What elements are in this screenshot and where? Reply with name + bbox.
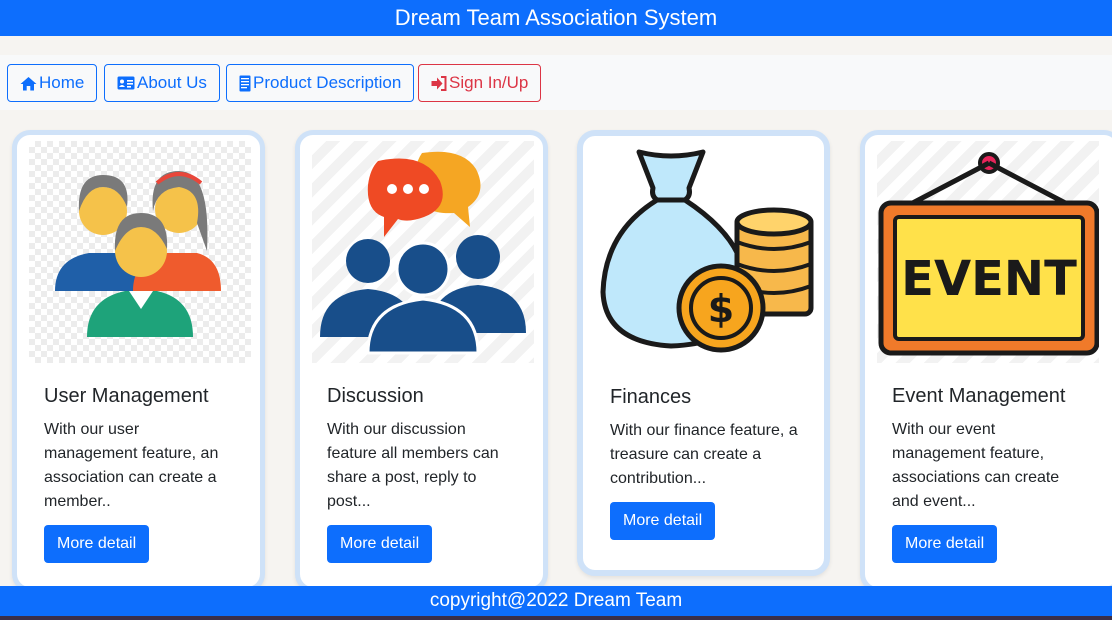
id-card-icon (117, 76, 135, 90)
home-icon (20, 76, 37, 90)
card-discussion: Discussion With our discussion feature a… (295, 130, 548, 592)
card-text: With our event management feature, assoc… (892, 421, 1060, 510)
svg-text:EVENT: EVENT (901, 251, 1077, 307)
card-text: With our discussion feature all members … (327, 421, 499, 510)
more-detail-button[interactable]: More detail (327, 525, 433, 563)
navbar: Home About Us Product Description Sign I… (0, 55, 1112, 110)
product-description-label: Product Description (253, 73, 402, 92)
more-detail-button[interactable]: More detail (44, 525, 150, 563)
sign-in-icon (431, 75, 447, 91)
discussion-icon (312, 141, 534, 363)
card-title: Finances (610, 386, 692, 408)
sign-in-up-label: Sign In/Up (449, 73, 529, 92)
footer-copyright: copyright@2022 Dream Team (0, 586, 1112, 616)
card-text: With our user management feature, an ass… (44, 421, 219, 510)
card-title: Event Management (892, 385, 1066, 407)
home-button[interactable]: Home (7, 64, 98, 102)
users-group-icon (29, 141, 251, 363)
card-event-management: EVENT Event Management With our event ma… (860, 130, 1112, 592)
about-us-label: About Us (137, 73, 207, 92)
event-sign-icon: EVENT (877, 141, 1100, 363)
sign-in-up-button[interactable]: Sign In/Up (418, 64, 542, 102)
card-title: User Management (44, 385, 209, 407)
card-finances: $ Finances With our finance feature, a t… (577, 130, 830, 576)
about-us-button[interactable]: About Us (104, 64, 220, 102)
product-description-button[interactable]: Product Description (226, 64, 415, 102)
desktop-strip (0, 616, 1112, 620)
document-icon (239, 75, 251, 91)
more-detail-button[interactable]: More detail (610, 502, 716, 540)
home-label: Home (39, 73, 85, 92)
card-text: With our finance feature, a treasure can… (610, 422, 798, 487)
more-detail-button[interactable]: More detail (892, 525, 998, 563)
svg-text:$: $ (708, 287, 734, 331)
card-user-management: User Management With our user management… (12, 130, 265, 592)
card-title: Discussion (327, 385, 424, 407)
app-title: Dream Team Association System (0, 0, 1112, 36)
money-bag-icon: $ (595, 142, 817, 364)
